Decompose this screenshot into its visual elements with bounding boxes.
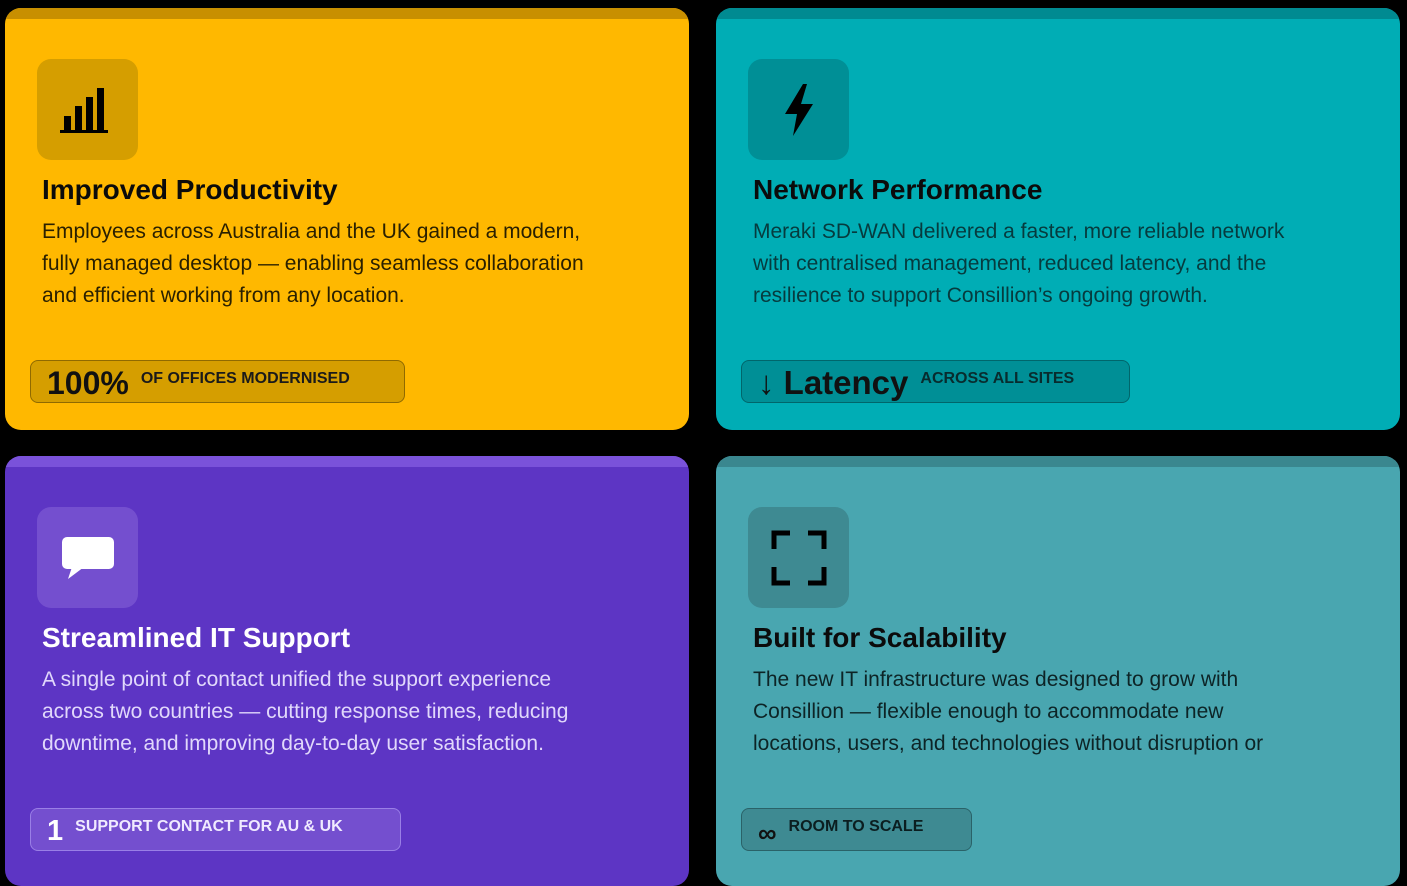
stat-label: ACROSS ALL SITES — [920, 370, 1075, 387]
stat-value: ↓ Latency — [758, 364, 909, 401]
card-description: The new IT infrastructure was designed t… — [753, 668, 1264, 755]
card-title: Built for Scalability — [753, 622, 1007, 653]
card-description: Meraki SD-WAN delivered a faster, more r… — [753, 220, 1285, 307]
card-improved-productivity: Improved Productivity Employees across A… — [5, 8, 689, 430]
card-title: Streamlined IT Support — [42, 622, 351, 653]
stat-label: ROOM TO SCALE — [788, 818, 924, 835]
icon-tile — [37, 59, 138, 160]
expand-icon — [771, 530, 826, 585]
stat-badge: ↓ Latency ACROSS ALL SITES — [741, 360, 1130, 403]
stat-value: ∞ — [758, 818, 777, 848]
card-description: Employees across Australia and the UK ga… — [42, 220, 584, 307]
stat-value: 1 — [47, 815, 64, 847]
card-network-performance: Network Performance Meraki SD-WAN delive… — [716, 8, 1400, 430]
icon-tile — [748, 507, 849, 608]
stat-value: 100% — [47, 365, 129, 401]
card-title: Improved Productivity — [42, 174, 338, 205]
card-built-for-scalability: Built for Scalability The new IT infrast… — [716, 456, 1400, 886]
card-description: A single point of contact unified the su… — [42, 668, 569, 755]
icon-tile — [748, 59, 849, 160]
icon-tile — [37, 507, 138, 608]
chat-bubble-icon — [61, 536, 114, 579]
stat-badge: 100% OF OFFICES MODERNISED — [30, 360, 405, 403]
stat-badge: ∞ ROOM TO SCALE — [741, 808, 972, 851]
card-title: Network Performance — [753, 174, 1043, 205]
bar-chart-icon — [59, 87, 108, 133]
lightning-icon — [784, 83, 813, 136]
stat-badge: 1 SUPPORT CONTACT FOR AU & UK — [30, 808, 401, 851]
stat-label: SUPPORT CONTACT FOR AU & UK — [75, 818, 343, 835]
card-streamlined-it-support: Streamlined IT Support A single point of… — [5, 456, 689, 886]
stat-label: OF OFFICES MODERNISED — [140, 370, 350, 387]
